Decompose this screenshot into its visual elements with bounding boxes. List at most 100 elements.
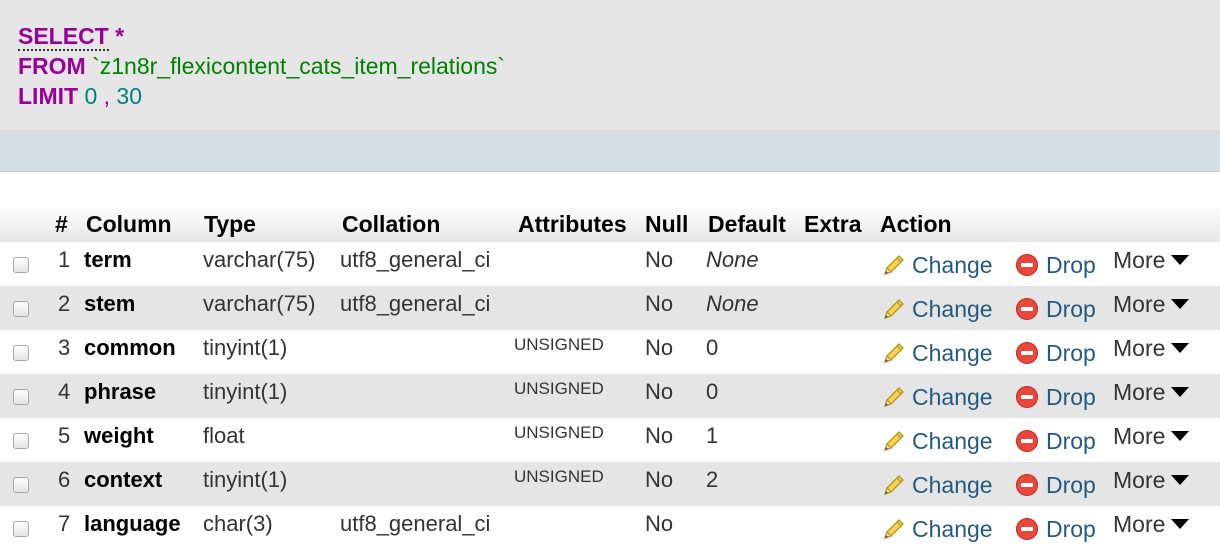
change-label: Change (912, 340, 993, 366)
more-label: More (1113, 291, 1166, 317)
drop-circle-icon (1016, 429, 1038, 452)
sql-select-keyword[interactable]: SELECT (18, 23, 109, 51)
column-type: char(3) (203, 511, 273, 536)
sql-star: * (115, 23, 125, 49)
column-null: No (645, 511, 674, 536)
sql-limit-start: 0 (84, 83, 98, 109)
column-attributes: UNSIGNED (514, 423, 604, 442)
row-number: 5 (58, 423, 71, 448)
sql-from-keyword: FROM (18, 53, 86, 79)
header-num: # (55, 211, 68, 237)
row-checkbox[interactable] (13, 477, 29, 493)
table-row: 2 stem varchar(75) utf8_general_ci No No… (0, 286, 1220, 330)
drop-button[interactable]: Drop (1016, 286, 1096, 330)
change-label: Change (912, 516, 993, 542)
drop-button[interactable]: Drop (1016, 330, 1096, 374)
column-null: No (645, 379, 674, 404)
table-row: 7 language char(3) utf8_general_ci No Ch… (0, 506, 1220, 550)
more-dropdown[interactable]: More (1113, 418, 1190, 462)
column-collation: utf8_general_ci (340, 247, 491, 272)
pencil-icon (884, 343, 904, 363)
column-type: varchar(75) (203, 247, 316, 272)
more-dropdown[interactable]: More (1113, 330, 1190, 374)
column-name: stem (84, 291, 136, 316)
drop-button[interactable]: Drop (1016, 506, 1096, 550)
column-null: No (645, 291, 674, 316)
column-name: common (84, 335, 176, 360)
change-label: Change (912, 472, 993, 498)
column-null: No (645, 247, 674, 272)
pencil-icon (884, 519, 904, 539)
row-checkbox[interactable] (13, 389, 29, 405)
header-column[interactable]: Column (86, 206, 172, 242)
more-dropdown[interactable]: More (1113, 374, 1190, 418)
row-checkbox[interactable] (13, 257, 29, 273)
more-dropdown[interactable]: More (1113, 286, 1190, 330)
header-type[interactable]: Type (204, 206, 256, 242)
column-default: 0 (706, 379, 719, 404)
column-null: No (645, 467, 674, 492)
drop-circle-icon (1016, 297, 1038, 320)
sql-line-select: SELECT * (18, 22, 125, 51)
column-attributes: UNSIGNED (514, 467, 604, 486)
drop-button[interactable]: Drop (1016, 418, 1096, 462)
drop-circle-icon (1016, 341, 1038, 364)
sql-limit-keyword: LIMIT (18, 83, 79, 109)
drop-button[interactable]: Drop (1016, 242, 1096, 286)
column-type: tinyint(1) (203, 467, 288, 492)
sql-table-name: `z1n8r_flexicontent_cats_item_relations` (92, 53, 506, 79)
change-button[interactable]: Change (882, 374, 993, 418)
column-collation: utf8_general_ci (340, 291, 491, 316)
pencil-icon (884, 299, 904, 319)
drop-button[interactable]: Drop (1016, 462, 1096, 506)
change-button[interactable]: Change (882, 462, 993, 506)
row-number: 1 (58, 247, 71, 272)
header-collation[interactable]: Collation (342, 206, 440, 242)
column-name: phrase (84, 379, 157, 404)
drop-circle-icon (1016, 253, 1038, 276)
caret-down-icon (1171, 342, 1190, 353)
more-label: More (1113, 379, 1166, 405)
header-attributes[interactable]: Attributes (518, 206, 627, 242)
sql-limit-separator: , (103, 83, 111, 109)
sql-query-box: SELECT * FROM `z1n8r_flexicontent_cats_i… (0, 0, 1220, 131)
column-default: None (706, 247, 759, 272)
row-checkbox[interactable] (13, 345, 29, 361)
change-button[interactable]: Change (882, 242, 993, 286)
header-null[interactable]: Null (645, 206, 688, 242)
change-label: Change (912, 296, 993, 322)
drop-circle-icon (1016, 517, 1038, 540)
sql-line-limit: LIMIT 0 , 30 (18, 82, 142, 110)
column-attributes: UNSIGNED (514, 379, 604, 398)
table-row: 1 term varchar(75) utf8_general_ci No No… (0, 242, 1220, 286)
change-label: Change (912, 384, 993, 410)
change-button[interactable]: Change (882, 330, 993, 374)
header-extra[interactable]: Extra (804, 206, 862, 242)
column-name: language (84, 511, 181, 536)
table-row: 6 context tinyint(1) UNSIGNED No 2 Chang… (0, 462, 1220, 506)
more-dropdown[interactable]: More (1113, 242, 1190, 286)
caret-down-icon (1171, 474, 1190, 485)
more-label: More (1113, 511, 1166, 537)
pencil-icon (884, 431, 904, 451)
row-number: 4 (58, 379, 71, 404)
header-default[interactable]: Default (708, 206, 786, 242)
more-dropdown[interactable]: More (1113, 506, 1190, 550)
drop-label: Drop (1046, 472, 1096, 498)
change-button[interactable]: Change (882, 286, 993, 330)
row-checkbox[interactable] (13, 433, 29, 449)
column-default: 0 (706, 335, 719, 360)
more-dropdown[interactable]: More (1113, 462, 1190, 506)
change-label: Change (912, 252, 993, 278)
drop-button[interactable]: Drop (1016, 374, 1096, 418)
change-button[interactable]: Change (882, 418, 993, 462)
row-number: 6 (58, 467, 71, 492)
change-button[interactable]: Change (882, 506, 993, 550)
row-checkbox[interactable] (13, 521, 29, 537)
pencil-icon (884, 475, 904, 495)
row-number: 7 (58, 511, 71, 536)
drop-label: Drop (1046, 252, 1096, 278)
drop-label: Drop (1046, 340, 1096, 366)
row-checkbox[interactable] (13, 301, 29, 317)
drop-label: Drop (1046, 516, 1096, 542)
